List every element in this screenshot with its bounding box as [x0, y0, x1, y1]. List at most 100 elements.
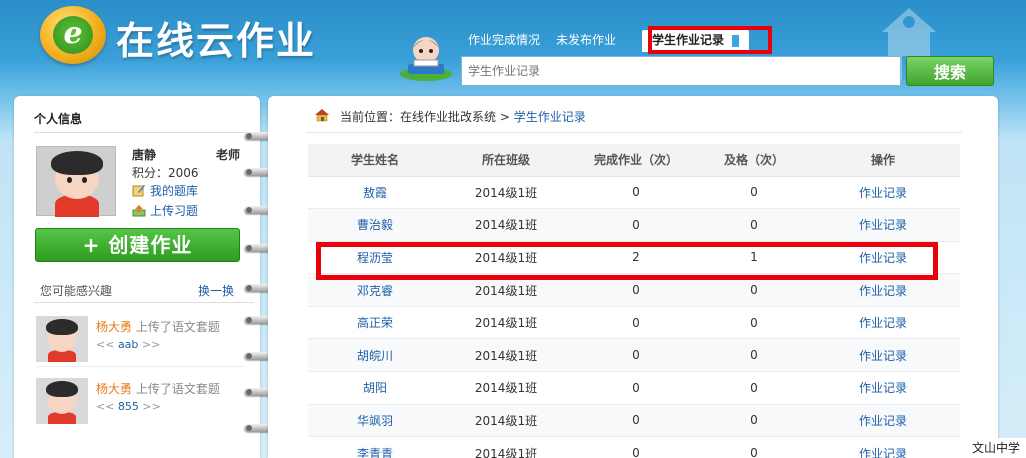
feed-user-link[interactable]: 杨大勇: [96, 382, 132, 396]
upload-exercises-label: 上传习题: [150, 204, 199, 218]
table-row: 胡阳 2014级1班 0 0 作业记录: [308, 371, 960, 405]
passed-count: 0: [702, 208, 806, 242]
table-row: 华飒羽 2014级1班 0 0 作业记录: [308, 404, 960, 438]
table-row: 胡皖川 2014级1班 0 0 作业记录: [308, 338, 960, 373]
completed-count: 0: [570, 176, 702, 210]
column-header-action: 操作: [806, 144, 960, 177]
home-icon[interactable]: [314, 108, 330, 122]
homework-record-link[interactable]: 作业记录: [806, 436, 960, 458]
search-button[interactable]: 搜索: [906, 56, 994, 86]
my-question-bank-label: 我的题库: [150, 184, 199, 198]
upload-icon: [132, 205, 146, 217]
column-header-passed: 及格（次）: [702, 144, 806, 177]
logo-icon[interactable]: e: [40, 6, 106, 64]
class-cell: 2014级1班: [442, 436, 570, 458]
passed-count: 0: [702, 371, 806, 405]
table-header-row: 学生姓名 所在班级 完成作业（次） 及格（次） 操作: [308, 144, 960, 177]
column-header-student-name: 学生姓名: [308, 144, 442, 177]
passed-count: 0: [702, 436, 806, 458]
user-role: 老师: [216, 148, 241, 162]
school-name: 文山中学: [966, 438, 1026, 458]
create-homework-button[interactable]: + 创建作业: [35, 228, 240, 262]
profile-sidebar: 个人信息 唐静 老师 积分：2006 我的题库 上传习题 + 创建作业 您可能感…: [14, 96, 260, 458]
completed-count: 0: [570, 404, 702, 438]
tab-unpublished[interactable]: 未发布作业: [550, 30, 626, 52]
class-cell: 2014级1班: [442, 306, 570, 340]
table-row: 敖霞 2014级1班 0 0 作业记录: [308, 176, 960, 210]
divider: [36, 366, 246, 367]
table-row: 曹治毅 2014级1班 0 0 作业记录: [308, 208, 960, 242]
passed-count: 0: [702, 338, 806, 373]
class-cell: 2014级1班: [442, 176, 570, 210]
completed-count: 0: [570, 436, 702, 458]
student-name-link[interactable]: 胡皖川: [308, 338, 442, 373]
feed-resource-prefix: <<: [96, 400, 118, 413]
feed-resource-suffix: >>: [138, 400, 161, 413]
list-item: 杨大勇 上传了语文套题 << 855 >>: [36, 378, 246, 434]
homework-record-link[interactable]: 作业记录: [806, 404, 960, 438]
feed-resource-link[interactable]: 855: [118, 400, 139, 413]
divider: [306, 132, 962, 133]
table-row: 李青青 2014级1班 0 0 作业记录: [308, 436, 960, 458]
interest-title: 您可能感兴趣: [40, 284, 113, 298]
header: e 在线云作业 作业完成情况 未发布作业 学生作业记录 搜索: [0, 0, 1026, 100]
feed-resource: << aab >>: [96, 338, 160, 351]
question-bank-icon: [132, 185, 145, 197]
breadcrumb-current: 学生作业记录: [513, 110, 586, 124]
sidebar-title: 个人信息: [34, 112, 83, 126]
completed-count: 0: [570, 306, 702, 340]
passed-count: 0: [702, 176, 806, 210]
feed-text: 杨大勇 上传了语文套题: [96, 380, 220, 397]
student-name-link[interactable]: 华飒羽: [308, 404, 442, 438]
breadcrumb-path[interactable]: 当前位置：在线作业批改系统 >: [340, 110, 514, 124]
class-cell: 2014级1班: [442, 371, 570, 405]
homework-record-link[interactable]: 作业记录: [806, 338, 960, 373]
passed-count: 0: [702, 306, 806, 340]
logo-text: 在线云作业: [116, 19, 317, 63]
homework-record-link[interactable]: 作业记录: [806, 208, 960, 242]
feed-text: 杨大勇 上传了语文套题: [96, 318, 220, 335]
list-item: 杨大勇 上传了语文套题 << aab >>: [36, 316, 246, 372]
breadcrumb: 当前位置：在线作业批改系统 > 学生作业记录: [340, 108, 586, 125]
search-input[interactable]: [461, 56, 901, 86]
feed-action: 上传了语文套题: [135, 320, 220, 334]
user-points: 积分：2006: [132, 166, 199, 180]
table-row: 高正荣 2014级1班 0 0 作业记录: [308, 306, 960, 340]
feed-resource-link[interactable]: aab: [118, 338, 138, 351]
my-question-bank-link[interactable]: 我的题库: [132, 182, 198, 199]
homework-record-link[interactable]: 作业记录: [806, 176, 960, 210]
student-name-link[interactable]: 胡阳: [308, 371, 442, 405]
class-cell: 2014级1班: [442, 404, 570, 438]
feed-resource: << 855 >>: [96, 400, 161, 413]
student-name-link[interactable]: 曹治毅: [308, 208, 442, 242]
student-records-table: 学生姓名 所在班级 完成作业（次） 及格（次） 操作 敖霞 2014级1班 0 …: [308, 144, 960, 458]
reading-child-mascot-icon: [400, 37, 452, 81]
student-name-link[interactable]: 李青青: [308, 436, 442, 458]
refresh-suggestions-link[interactable]: 换一换: [198, 282, 234, 299]
avatar[interactable]: [36, 378, 88, 424]
completed-count: 0: [570, 338, 702, 373]
student-name-link[interactable]: 高正荣: [308, 306, 442, 340]
user-name: 唐静: [132, 148, 157, 162]
divider: [34, 132, 254, 133]
feed-action: 上传了语文套题: [135, 382, 220, 396]
avatar[interactable]: [36, 316, 88, 362]
feed-user-link[interactable]: 杨大勇: [96, 320, 132, 334]
passed-count: 0: [702, 404, 806, 438]
class-cell: 2014级1班: [442, 208, 570, 242]
tab-completion-status[interactable]: 作业完成情况: [462, 30, 550, 52]
upload-exercises-link[interactable]: 上传习题: [132, 202, 198, 219]
column-header-class: 所在班级: [442, 144, 570, 177]
student-name-link[interactable]: 敖霞: [308, 176, 442, 210]
highlight-box-row: [316, 242, 938, 280]
highlight-box-tab: [648, 26, 772, 54]
homework-record-link[interactable]: 作业记录: [806, 371, 960, 405]
column-header-completed: 完成作业（次）: [570, 144, 702, 177]
class-cell: 2014级1班: [442, 338, 570, 373]
feed-resource-prefix: <<: [96, 338, 118, 351]
completed-count: 0: [570, 208, 702, 242]
completed-count: 0: [570, 371, 702, 405]
avatar[interactable]: [36, 146, 116, 217]
homework-record-link[interactable]: 作业记录: [806, 306, 960, 340]
feed-resource-suffix: >>: [138, 338, 161, 351]
